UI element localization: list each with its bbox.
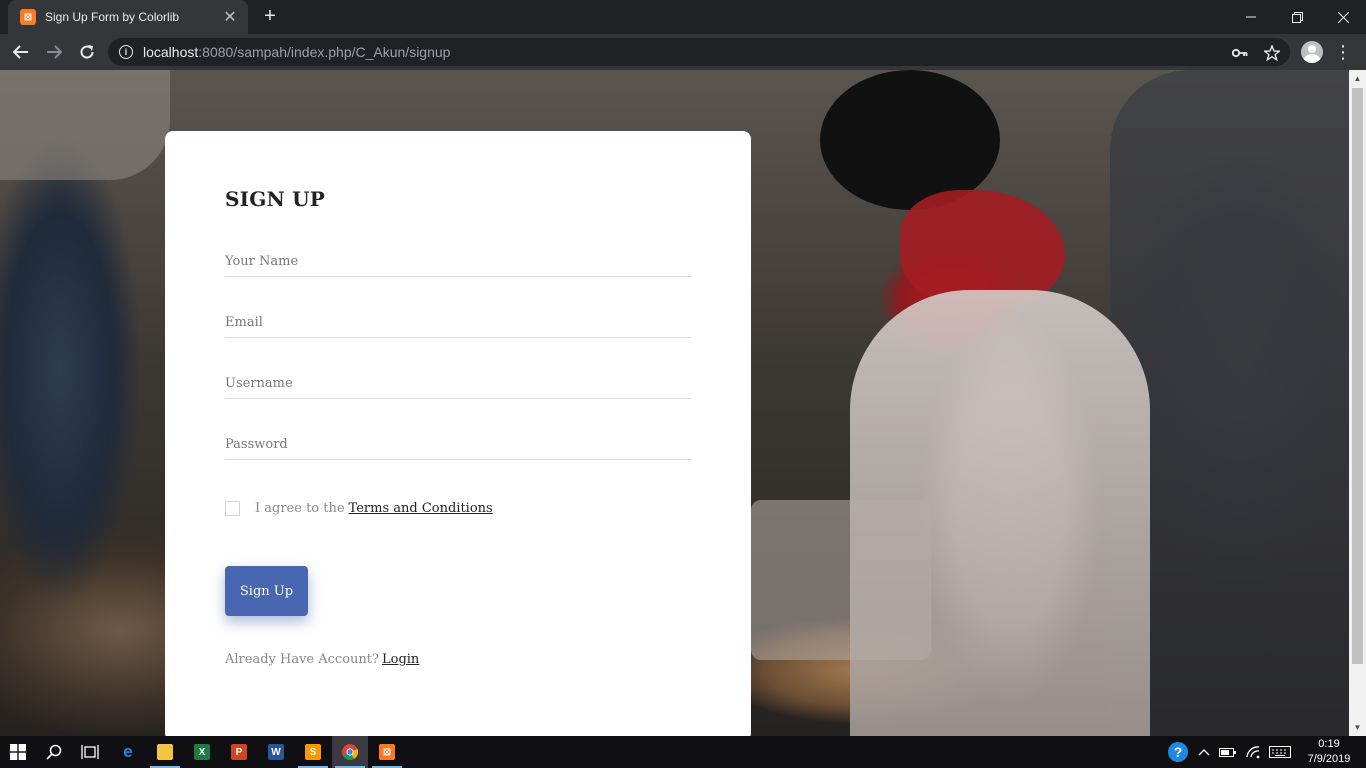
username-input[interactable] [225,369,691,399]
task-view-icon [81,745,99,759]
site-info-icon[interactable]: i [119,45,133,59]
clock-time: 0:19 [1318,738,1340,750]
edge-icon: e [123,742,133,761]
search-icon [46,744,62,760]
terms-link[interactable]: Terms and Conditions [349,501,493,516]
help-icon: ? [1168,742,1188,762]
scroll-down-icon[interactable]: ▼ [1349,719,1366,736]
wifi-tray-icon[interactable] [1243,743,1263,761]
taskbar-clock[interactable]: 0:19 7/9/2019 [1298,737,1360,767]
show-hidden-icons-button[interactable] [1195,743,1213,761]
minimize-icon [1246,16,1256,18]
task-view-button[interactable] [72,736,108,768]
windows-taskbar: e X P W S ⊠ ? 0:19 7/9/2019 [0,736,1366,768]
terms-agreement-row: I agree to the Terms and Conditions [225,501,493,516]
taskbar-edge[interactable]: e [110,736,146,768]
forward-button[interactable] [42,40,66,64]
chrome-icon [342,744,358,760]
star-icon[interactable] [1261,42,1283,64]
page-viewport: SIGN UP I agree to the Terms and Conditi… [0,70,1349,736]
form-title: SIGN UP [225,187,326,211]
reload-button[interactable] [75,40,99,64]
xampp-icon: ⊠ [379,744,395,760]
clock-date: 7/9/2019 [1307,753,1351,765]
windows-logo-icon [10,744,26,760]
login-prompt-row: Already Have Account? Login [225,650,419,668]
file-explorer-icon [157,744,173,760]
signup-card: SIGN UP I agree to the Terms and Conditi… [165,131,751,736]
taskbar-xampp[interactable]: ⊠ [369,736,405,768]
tab-strip: ⊠ Sign Up Form by Colorlib ✕ + [0,0,1366,34]
restore-button[interactable] [1274,0,1320,34]
excel-icon: X [194,744,210,760]
battery-tray-icon[interactable] [1218,743,1238,761]
search-button[interactable] [36,736,72,768]
chevron-up-icon [1198,749,1210,756]
back-button[interactable] [9,40,33,64]
taskbar-word[interactable]: W [258,736,294,768]
address-bar[interactable]: i localhost:8080/sampah/index.php/C_Akun… [108,38,1290,66]
battery-icon [1219,748,1236,757]
forward-arrow-icon [47,45,62,59]
taskbar-file-explorer[interactable] [147,736,183,768]
browser-toolbar: i localhost:8080/sampah/index.php/C_Akun… [0,34,1366,70]
taskbar-excel[interactable]: X [184,736,220,768]
word-icon: W [268,744,284,760]
background-photo-hair [820,70,1000,210]
agree-text: I agree to the [255,501,345,516]
login-prompt-text: Already Have Account? [225,652,379,667]
key-icon[interactable] [1229,42,1251,64]
email-input[interactable] [225,308,691,338]
login-link[interactable]: Login [382,652,419,667]
close-window-button[interactable] [1320,0,1366,34]
reload-icon [80,45,94,59]
back-arrow-icon [13,45,28,59]
start-button[interactable] [0,736,36,768]
keyboard-tray-icon[interactable] [1267,743,1293,761]
taskbar-powerpoint[interactable]: P [221,736,257,768]
minimize-button[interactable] [1228,0,1274,34]
sign-up-button[interactable]: Sign Up [225,566,308,616]
xampp-favicon-icon: ⊠ [20,9,36,25]
help-tray-icon[interactable]: ? [1166,742,1190,762]
close-icon [1337,11,1349,23]
new-tab-button[interactable]: + [258,5,282,29]
url-text: localhost:8080/sampah/index.php/C_Akun/s… [143,44,450,60]
page-scrollbar[interactable]: ▲ ▼ [1349,70,1366,736]
more-menu-icon[interactable]: ⋮ [1334,42,1352,62]
background-photo-paper [751,500,931,660]
sublime-text-icon: S [305,744,321,760]
password-input[interactable] [225,430,691,460]
url-host: localhost [143,44,199,60]
keyboard-icon [1269,746,1291,758]
scroll-thumb[interactable] [1352,88,1363,664]
restore-icon [1291,11,1303,23]
browser-tab[interactable]: ⊠ Sign Up Form by Colorlib ✕ [8,0,248,34]
agree-checkbox[interactable] [225,501,240,516]
profile-avatar-icon[interactable] [1301,41,1323,63]
tab-title: Sign Up Form by Colorlib [45,10,180,24]
wifi-icon [1246,746,1260,759]
taskbar-chrome[interactable] [332,736,368,768]
scroll-up-icon[interactable]: ▲ [1349,70,1366,87]
url-path: :8080/sampah/index.php/C_Akun/signup [198,44,451,60]
powerpoint-icon: P [231,744,247,760]
name-input[interactable] [225,247,691,277]
taskbar-sublime-text[interactable]: S [295,736,331,768]
background-photo-sweater [0,70,170,180]
tab-close-icon[interactable]: ✕ [222,7,238,27]
